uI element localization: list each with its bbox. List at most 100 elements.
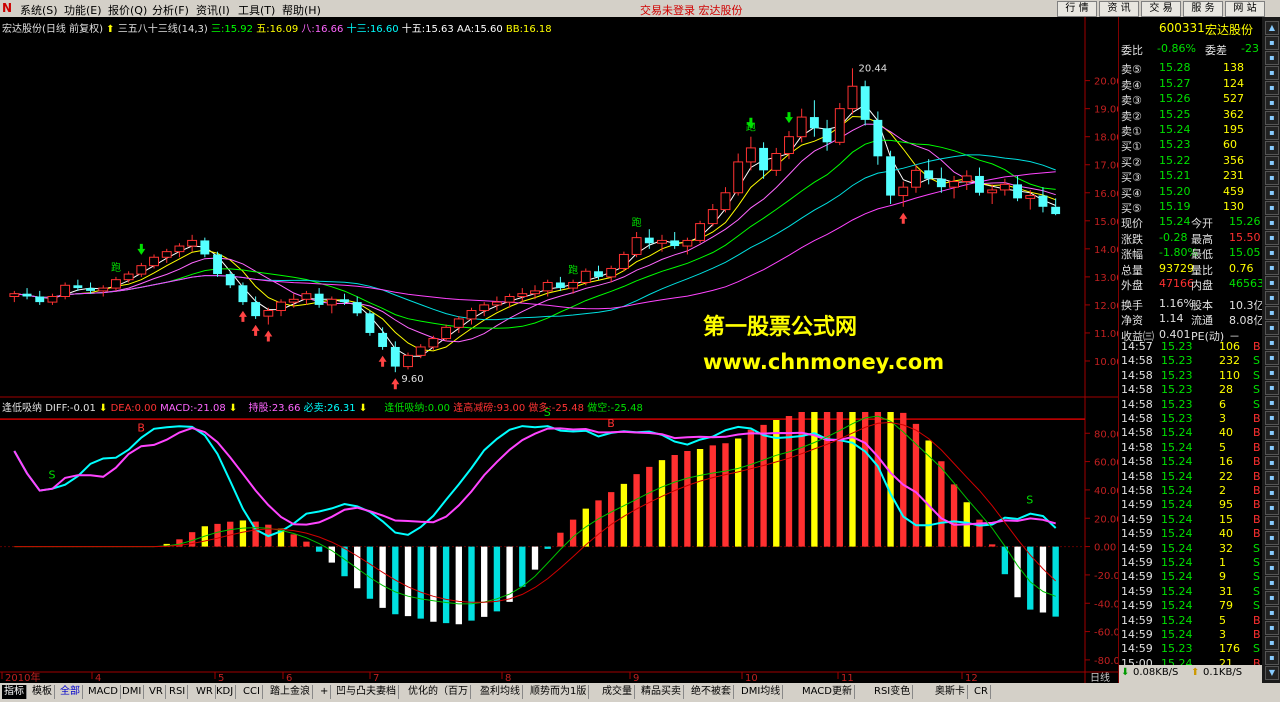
macd-value: MACD:-21.08: [160, 403, 226, 414]
service-button[interactable]: 服 务: [1183, 1, 1223, 17]
buy-low-value: 逢低吸纳:0.00: [384, 403, 451, 414]
indicator-tab[interactable]: 精品买卖: [639, 685, 684, 699]
side-tool-icon[interactable]: ▪: [1265, 126, 1279, 140]
candle-body: [35, 296, 45, 303]
indicator-tab[interactable]: WR: [194, 685, 216, 699]
side-tool-icon[interactable]: ▪: [1265, 246, 1279, 260]
indicator-tab[interactable]: 踏上金浪: [268, 685, 313, 699]
buy-arrow-icon: [391, 378, 400, 390]
side-tool-icon[interactable]: ▪: [1265, 276, 1279, 290]
menu-help[interactable]: 帮助(H): [282, 2, 321, 18]
indicator-tab[interactable]: 顺势而为1版: [528, 685, 590, 699]
price-tick-label: 12.00: [1094, 301, 1118, 312]
side-tool-icon[interactable]: ▪: [1265, 486, 1279, 500]
news-button[interactable]: 资 讯: [1099, 1, 1139, 17]
side-tool-icon[interactable]: ▪: [1265, 591, 1279, 605]
indicator-tab[interactable]: RSI变色: [872, 685, 914, 699]
candle-body: [73, 285, 83, 289]
side-tool-icon[interactable]: ▪: [1265, 426, 1279, 440]
price-tick-label: 15.00: [1094, 217, 1118, 228]
indicator-tab[interactable]: 绝不被套: [689, 685, 734, 699]
side-tool-icon[interactable]: ▪: [1265, 306, 1279, 320]
side-tool-icon[interactable]: ▪: [1265, 531, 1279, 545]
indicator-tab[interactable]: DMI: [120, 685, 145, 699]
side-tool-icon[interactable]: ▪: [1265, 261, 1279, 275]
side-tool-icon[interactable]: ▪: [1265, 141, 1279, 155]
quote-button[interactable]: 行 情: [1057, 1, 1097, 17]
indicator-tab[interactable]: VR: [147, 685, 166, 699]
chart-area[interactable]: 宏达股份(日线 前复权) ⬆ 三五八十三线(14,3) 三:15.92 五:16…: [0, 17, 1118, 683]
website-button[interactable]: 网 站: [1225, 1, 1265, 17]
indicator-tab[interactable]: MACD更新: [800, 685, 855, 699]
menu-tools[interactable]: 工具(T): [238, 2, 275, 18]
side-tool-icon[interactable]: ▼: [1265, 666, 1279, 680]
indicator-tab[interactable]: MACD: [86, 685, 121, 699]
wb-label: 委比: [1121, 44, 1143, 57]
trade-button[interactable]: 交 易: [1141, 1, 1181, 17]
side-tool-icon[interactable]: ▪: [1265, 516, 1279, 530]
side-tool-icon[interactable]: ▪: [1265, 351, 1279, 365]
buy-order-row-cell: 15.19: [1159, 200, 1191, 213]
side-tool-icon[interactable]: ▪: [1265, 336, 1279, 350]
side-tool-icon[interactable]: ▪: [1265, 66, 1279, 80]
side-tool-icon[interactable]: ▪: [1265, 51, 1279, 65]
tick-row-cell: 95: [1219, 498, 1233, 512]
side-tool-icon[interactable]: ▪: [1265, 651, 1279, 665]
sub-tick-label: 60.00: [1094, 458, 1118, 469]
stat-row: 涨跌 -0.28 最高 15.50: [1119, 230, 1263, 246]
stat-row-cell: 15.50: [1229, 230, 1261, 244]
indicator-tab[interactable]: 盈利均线: [478, 685, 523, 699]
indicator-tab[interactable]: KDJ: [214, 685, 237, 699]
side-tool-icon[interactable]: ▪: [1265, 471, 1279, 485]
side-tool-icon[interactable]: ▪: [1265, 96, 1279, 110]
side-tool-icon[interactable]: ▪: [1265, 171, 1279, 185]
indicator-tab[interactable]: 指标: [2, 685, 27, 699]
side-tool-icon[interactable]: ▪: [1265, 201, 1279, 215]
side-tool-icon[interactable]: ▪: [1265, 576, 1279, 590]
indicator-tab[interactable]: 奥斯卡: [933, 685, 968, 699]
side-tool-icon[interactable]: ▪: [1265, 411, 1279, 425]
menu-quote[interactable]: 报价(Q): [108, 2, 147, 18]
price-tick-label: 17.00: [1094, 161, 1118, 172]
side-tool-icon[interactable]: ▪: [1265, 36, 1279, 50]
time-tick-label: 5: [218, 673, 224, 683]
indicator-tab[interactable]: +: [318, 685, 332, 699]
side-tool-icon[interactable]: ▪: [1265, 396, 1279, 410]
side-tool-icon[interactable]: ▪: [1265, 156, 1279, 170]
candle-body: [263, 310, 274, 317]
indicator-tab[interactable]: 优化的（百万: [406, 685, 471, 699]
indicator-tab[interactable]: 成交量: [600, 685, 635, 699]
menu-info[interactable]: 资讯(I): [196, 2, 230, 18]
indicator-tab[interactable]: CR: [972, 685, 991, 699]
indicator-tab[interactable]: CCI: [241, 685, 263, 699]
indicator-tab[interactable]: DMI均线: [739, 685, 784, 699]
side-tool-icon[interactable]: ▲: [1265, 21, 1279, 35]
menu-system[interactable]: 系统(S): [20, 2, 58, 18]
side-tool-icon[interactable]: ▪: [1265, 231, 1279, 245]
side-tool-icon[interactable]: ▪: [1265, 621, 1279, 635]
indicator-tab[interactable]: 全部: [58, 685, 83, 699]
side-tool-icon[interactable]: ▪: [1265, 321, 1279, 335]
side-tool-icon[interactable]: ▪: [1265, 81, 1279, 95]
tick-row: 14:58 15.23 28 S: [1119, 382, 1263, 397]
side-tool-icon[interactable]: ▪: [1265, 111, 1279, 125]
menu-analysis[interactable]: 分析(F): [152, 2, 189, 18]
indicator-tab[interactable]: RSI: [167, 685, 189, 699]
side-tool-icon[interactable]: ▪: [1265, 291, 1279, 305]
side-tool-icon[interactable]: ▪: [1265, 186, 1279, 200]
menu-function[interactable]: 功能(E): [64, 2, 102, 18]
indicator-tab[interactable]: 凹与凸夫妻档: [334, 685, 399, 699]
side-tool-icon[interactable]: ▪: [1265, 216, 1279, 230]
side-tool-icon[interactable]: ▪: [1265, 561, 1279, 575]
side-tool-icon[interactable]: ▪: [1265, 606, 1279, 620]
side-tool-icon[interactable]: ▪: [1265, 456, 1279, 470]
side-tool-icon[interactable]: ▪: [1265, 501, 1279, 515]
side-tool-icon[interactable]: ▪: [1265, 366, 1279, 380]
side-tool-icon[interactable]: ▪: [1265, 441, 1279, 455]
dea-value: DEA:0.00: [110, 403, 157, 414]
indicator-tab[interactable]: 模板: [30, 685, 55, 699]
side-tool-icon[interactable]: ▪: [1265, 636, 1279, 650]
side-tool-icon[interactable]: ▪: [1265, 381, 1279, 395]
tick-row-cell: 40: [1219, 426, 1233, 440]
side-tool-icon[interactable]: ▪: [1265, 546, 1279, 560]
